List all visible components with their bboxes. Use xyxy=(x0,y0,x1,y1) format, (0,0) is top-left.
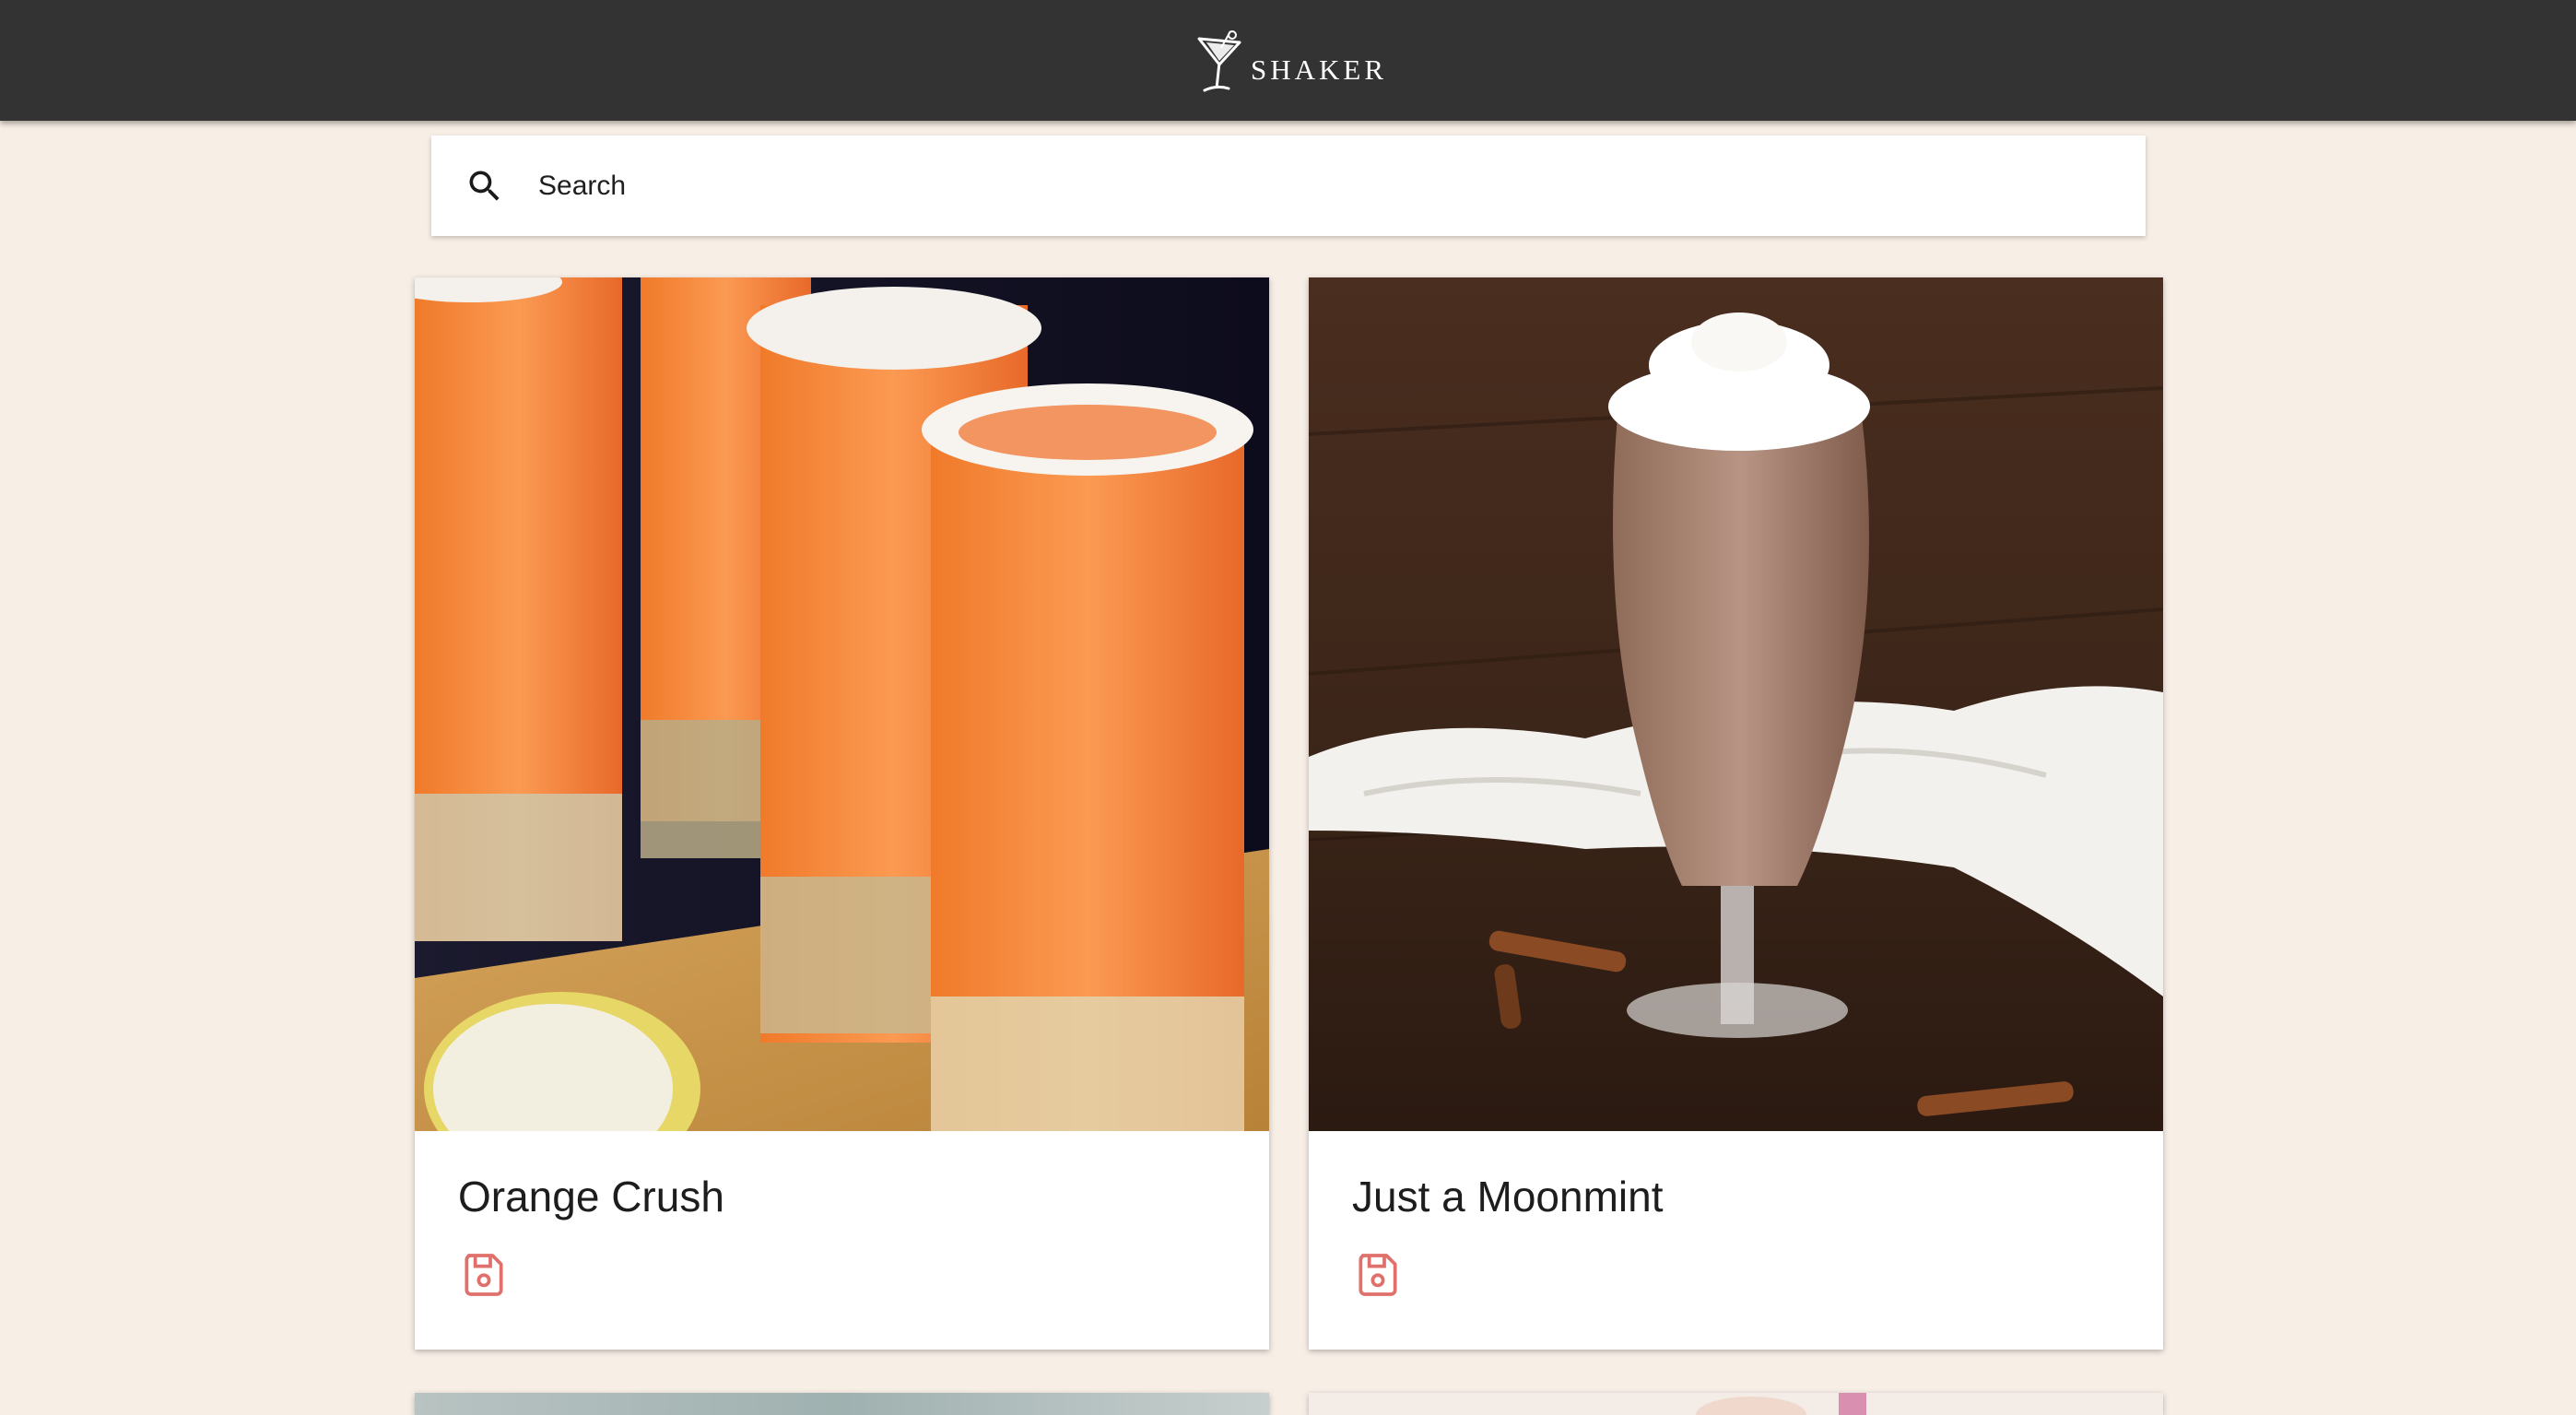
martini-glass-icon xyxy=(1197,30,1241,92)
app-header: SHAKER xyxy=(0,0,2576,121)
cocktail-card[interactable] xyxy=(415,1393,1269,1415)
cocktail-card[interactable]: Just a Moonmint xyxy=(1309,277,2163,1350)
brand-name: SHAKER xyxy=(1251,53,1388,86)
brand-logo-link[interactable]: SHAKER xyxy=(1194,28,1387,94)
save-button[interactable] xyxy=(458,1249,510,1301)
cocktail-image[interactable] xyxy=(415,1393,1269,1415)
search-input[interactable] xyxy=(536,158,2103,214)
cocktail-image-just-a-moonmint[interactable] xyxy=(1309,277,2163,1131)
cocktail-image[interactable] xyxy=(1309,1393,2163,1415)
cocktail-card[interactable]: Orange Crush xyxy=(415,277,1269,1350)
search-icon xyxy=(469,171,500,201)
card-body: Orange Crush xyxy=(415,1131,1269,1350)
cocktail-image-orange-crush[interactable] xyxy=(415,277,1269,1131)
save-button[interactable] xyxy=(1352,1249,1404,1301)
floppy-disk-icon xyxy=(1359,1254,1397,1296)
card-body: Just a Moonmint xyxy=(1309,1131,2163,1350)
cocktail-title[interactable]: Orange Crush xyxy=(458,1175,1269,1218)
floppy-disk-icon xyxy=(465,1254,503,1296)
cocktail-card[interactable] xyxy=(1309,1393,2163,1415)
search-bar xyxy=(431,136,2146,236)
cocktail-title[interactable]: Just a Moonmint xyxy=(1352,1175,2163,1218)
